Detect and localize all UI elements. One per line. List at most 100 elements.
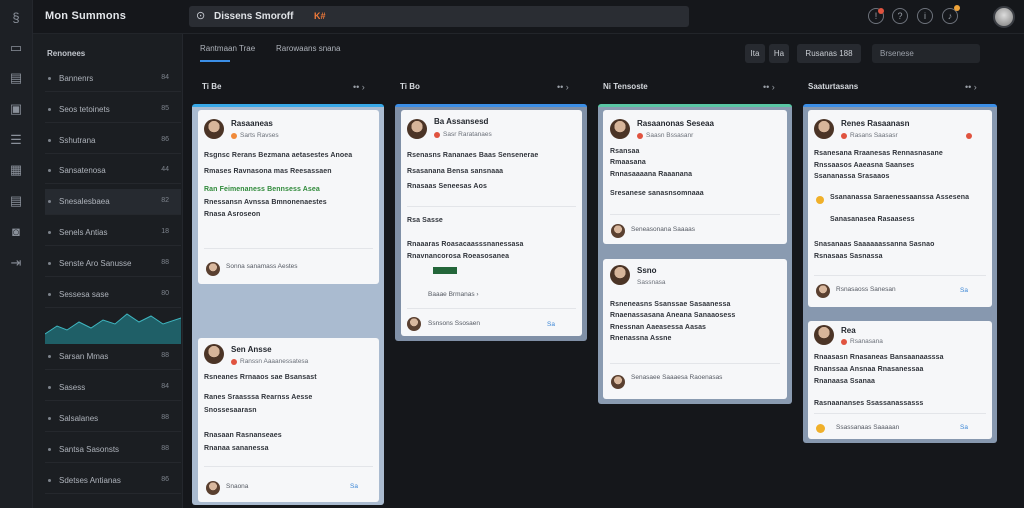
card-tags[interactable]: Baaae Brmanas › [428,291,479,298]
toolbar-button-2[interactable]: Ha [769,44,789,63]
toolbar-button-3[interactable]: Rusanas 188 [797,44,861,63]
image-icon[interactable]: ▣ [8,101,24,117]
avatar [407,119,427,139]
avatar [814,325,834,345]
icon-rail: § ▭ ▤ ▣ ☰ ▦ ▤ ◙ ⇥ [0,0,33,508]
sidebar-item[interactable]: Senste Aro Sanusse 88 [45,251,181,277]
card-line: Rsasanana Bensa sansnaaa [407,168,504,175]
bullet-icon [48,231,51,234]
card-line: Rnanaasa Ssanaa [814,378,876,385]
storage-icon[interactable]: ◙ [8,224,24,240]
task-card[interactable]: Ssno Sassnasa Rsneneasns Ssanssae Sasaan… [603,259,787,399]
doc-icon[interactable]: ▤ [8,193,24,209]
sidebar-item-label: Sessesa sase [59,290,109,299]
task-card[interactable]: Renes Rasaanasn Rasans Saasasr Rsanesana… [808,110,992,307]
sidebar-item[interactable]: Sasess 84 [45,375,181,401]
avatar [204,119,224,139]
sidebar-item[interactable]: Sshutrana 86 [45,128,181,154]
card-line: Ssananassa Srasaaos [814,173,890,180]
card-line: Rnasaas Seneesas Aos [407,183,487,190]
sidebar-item-count: 88 [161,414,169,421]
tab-secondary[interactable]: Rarowaans snana [276,44,340,53]
card-footer: Snaona [226,483,249,490]
toolbar-button-1[interactable]: Ita [745,44,765,63]
card-line: Rnaenassasana Aneana Sanaaosess [610,312,736,319]
sidebar-item[interactable]: Senels Antias 18 [45,220,181,246]
bullet-icon [48,479,51,482]
divider [204,248,373,249]
bullet-icon [48,139,51,142]
card-footer: Seneasonana Saaaas [631,226,695,233]
search-icon: ⊙ [196,10,206,22]
column-menu-4[interactable]: •• › [965,82,977,92]
priority-dot [966,133,972,139]
sidebar-item-label: Bannenrs [59,74,94,83]
card-line: Rsenasns Rananaes Baas Sensenerae [407,152,539,159]
sidebar-item[interactable]: Bannenrs 84 [45,66,181,92]
card-line: Ranes Sraasssa Rearnss Aesse [204,394,313,401]
info-icon[interactable]: i [917,8,933,24]
card-author: Rea [841,326,856,335]
sidebar-item[interactable]: Santsa Sasonsts 88 [45,437,181,463]
card-line: Snasanaas Saaaaaassanna Sasnao [814,241,935,248]
sidebar-item[interactable]: Salsalanes 88 [45,406,181,432]
task-card[interactable]: Rasaanonas Seseaa Saasn Bssasanr Rsansaa… [603,110,787,244]
sidebar-item-count: 80 [161,290,169,297]
bullet-icon [48,448,51,451]
sidebar-item[interactable]: Snesalesbaea 82 [45,189,181,215]
card-line: Rnasaan Rasnanseaes [204,432,282,439]
sidebar-item-count: 88 [161,445,169,452]
avatar [816,284,830,298]
card-line: Rnessnan Aaeasessa Aasas [610,324,707,331]
sidebar-item-label: Senels Antias [59,228,108,237]
avatar[interactable] [993,6,1015,28]
task-card[interactable]: Rasaaneas Sarts Ravses Rsgnsc Rerans Bez… [198,110,379,284]
card-line: Sanasanasea Rasaasess [830,216,915,223]
sidebar-item[interactable]: Sdetses Antianas 86 [45,468,181,494]
card-footer: Sonna sanamass Aestes [226,263,298,270]
card-line: Rsansaa [610,148,640,155]
logout-icon[interactable]: ⇥ [8,255,24,271]
logo-icon[interactable]: § [8,10,24,26]
card-author: Ssno [637,266,657,275]
avatar [610,265,630,285]
layers-icon[interactable]: ☰ [8,132,24,148]
filter-input[interactable]: Brsenese [872,44,980,63]
card-line: Rnanssaa Ansnaa Rnasanessaa [814,366,924,373]
search-input[interactable]: ⊙ Dissens Smoroff K# [189,6,689,27]
board-icon[interactable]: ▤ [8,70,24,86]
avatar [407,317,421,331]
card-author: Renes Rasaanasn [841,119,910,128]
task-card[interactable]: Sen Ansse Ranssn Aaaanessatesa Rsneanes … [198,338,379,502]
sidebar-item[interactable]: Sarsan Mmas 88 [45,344,181,370]
sidebar-item[interactable]: Sansatenosa 44 [45,158,181,184]
card-line: Rmases Ravnasona mas Reesassaen [204,168,332,175]
card-footer: Ssnsons Ssosaen [428,320,481,327]
sidebar-item-label: Sansatenosa [59,166,106,175]
avatar [611,224,625,238]
inbox-icon[interactable]: ▭ [8,40,24,56]
column-title-4: Saaturtasans [808,82,859,91]
avatar [206,481,220,495]
calendar-icon[interactable]: ▦ [8,162,24,178]
sidebar-item-count: 88 [161,259,169,266]
sidebar-item-count: 88 [161,352,169,359]
column-menu-1[interactable]: •• › [353,82,365,92]
card-line: Rnanaa sananessa [204,445,269,452]
sidebar: Renonees Bannenrs 84 Seos tetoinets 85 Sshut… [33,34,183,508]
sidebar-item[interactable]: Seos tetoinets 85 [45,97,181,123]
card-line: Rnavnancorosa Roeasosanea [407,253,510,260]
task-card[interactable]: Rea Rsanasana Rnaasasn Rnasaneas Bansaan… [808,321,992,439]
column-menu-3[interactable]: •• › [763,82,775,92]
tab-primary[interactable]: Rantmaan Trae [200,44,255,53]
help-icon[interactable]: ? [892,8,908,24]
task-card[interactable]: Ba Assansesd Sasr Raratanaes Rsenasns Ra… [401,110,582,336]
column-title-3: Ni Tensoste [603,82,648,91]
sidebar-item-label: Sshutrana [59,136,96,145]
status-dot [231,133,237,139]
divider [407,206,576,207]
search-value: Dissens Smoroff [214,11,294,22]
card-line: Snossesaarasn [204,407,257,414]
column-menu-2[interactable]: •• › [557,82,569,92]
sidebar-item-count: 86 [161,476,169,483]
